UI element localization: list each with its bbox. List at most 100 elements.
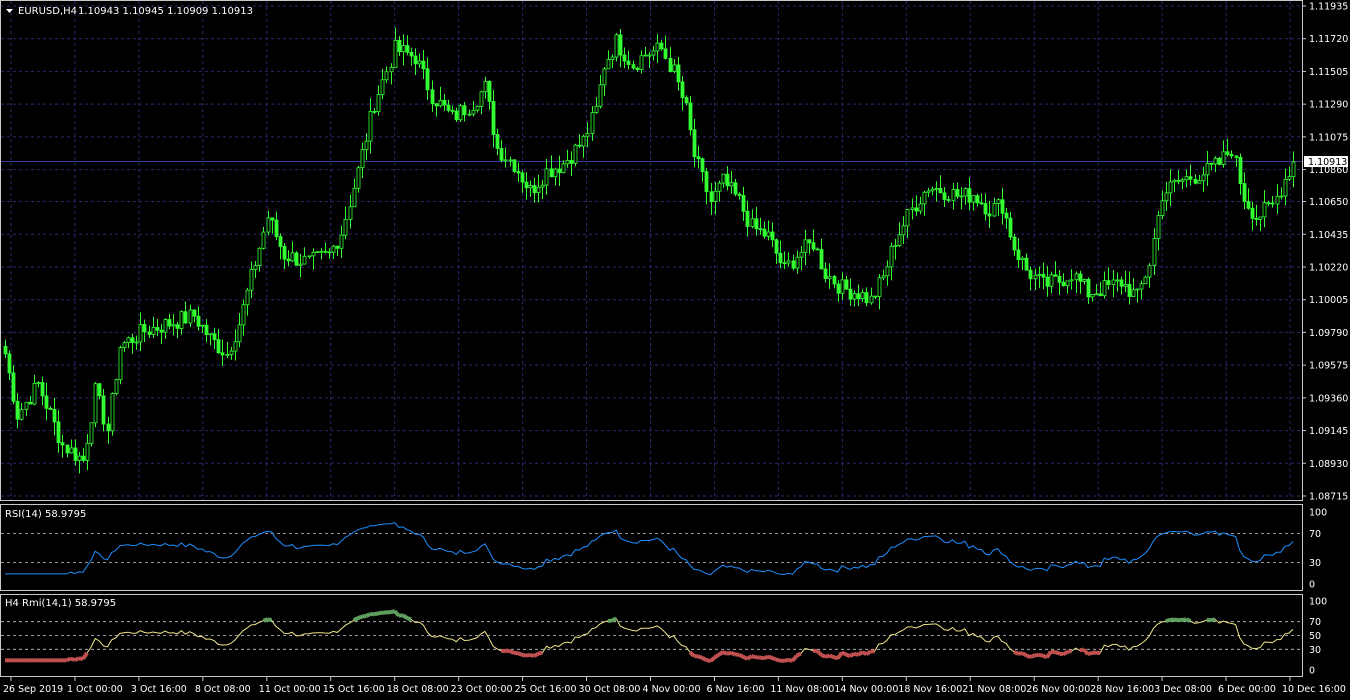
rmi-overbought-segment bbox=[373, 611, 379, 617]
rmi-oversold-segment bbox=[775, 657, 781, 663]
time-tick-label: 18 Oct 08:00 bbox=[387, 684, 449, 695]
indicator-tick-label: 70 bbox=[1309, 529, 1321, 540]
rmi-oversold-segment bbox=[771, 655, 777, 662]
rmi-oversold-segment bbox=[722, 650, 728, 656]
rmi-oversold-segment bbox=[750, 654, 757, 660]
rmi-overbought-segment bbox=[1165, 617, 1171, 624]
time-tick-label: 3 Dec 08:00 bbox=[1154, 684, 1212, 695]
time-tick-label: 1 Oct 00:00 bbox=[67, 684, 123, 695]
indicator-tick-label: 100 bbox=[1309, 508, 1327, 519]
rmi-oversold-segment bbox=[1017, 651, 1023, 656]
rmi-oversold-segment bbox=[824, 653, 830, 659]
price-tick-label: 1.11075 bbox=[1309, 132, 1348, 143]
time-tick-label: 15 Oct 16:00 bbox=[323, 684, 385, 695]
candle[interactable] bbox=[89, 422, 94, 447]
price-tick-label: 1.11720 bbox=[1309, 34, 1348, 45]
rmi-oversold-segment bbox=[1025, 653, 1032, 659]
time-tick-label: 6 Dec 00:00 bbox=[1218, 684, 1276, 695]
rmi-oversold-segment bbox=[746, 654, 753, 661]
rmi-oversold-segment bbox=[828, 653, 835, 659]
rmi-oversold-segment bbox=[697, 654, 704, 660]
rmi-overbought-segment bbox=[361, 614, 367, 619]
candle[interactable] bbox=[93, 382, 98, 428]
time-tick-label: 8 Oct 08:00 bbox=[195, 684, 251, 695]
price-tick-label: 1.08715 bbox=[1309, 492, 1348, 503]
time-tick-label: 28 Nov 16:00 bbox=[1090, 684, 1154, 695]
price-tick-label: 1.09790 bbox=[1309, 328, 1348, 339]
rmi-oversold-segment bbox=[1029, 653, 1036, 659]
rmi-oversold-segment bbox=[537, 650, 543, 656]
rmi-oversold-segment bbox=[1021, 651, 1028, 658]
rmi-oversold-segment bbox=[74, 656, 80, 662]
indicator-tick-label: 70 bbox=[1309, 617, 1321, 628]
rmi-oversold-segment bbox=[730, 650, 736, 657]
rmi-oversold-segment bbox=[853, 651, 859, 657]
rmi-oversold-segment bbox=[713, 653, 720, 660]
candle[interactable] bbox=[573, 143, 578, 167]
rmi-oversold-segment bbox=[1054, 650, 1060, 656]
rmi-title: H4 Rmi(14,1) 58.9795 bbox=[5, 598, 116, 609]
candle[interactable] bbox=[1217, 156, 1222, 166]
candle[interactable] bbox=[1143, 275, 1148, 285]
candle[interactable] bbox=[315, 251, 320, 253]
time-tick-label: 14 Nov 00:00 bbox=[834, 684, 898, 695]
rmi-overbought-segment bbox=[1210, 617, 1216, 623]
candle[interactable] bbox=[294, 251, 299, 266]
rmi-overbought-segment bbox=[262, 617, 269, 623]
rmi-oversold-segment bbox=[1038, 652, 1044, 658]
rmi-overbought-segment bbox=[377, 610, 383, 616]
candle[interactable] bbox=[114, 378, 119, 396]
indicator-tick-label: 30 bbox=[1309, 558, 1321, 569]
rmi-overbought-segment bbox=[365, 612, 371, 618]
time-tick-label: 26 Nov 00:00 bbox=[1026, 684, 1090, 695]
price-tick-label: 1.10650 bbox=[1309, 197, 1348, 208]
indicator-tick-label: 0 bbox=[1309, 666, 1315, 677]
rmi-oversold-segment bbox=[840, 650, 847, 657]
time-tick-label: 10 Dec 16:00 bbox=[1282, 684, 1346, 695]
rmi-oversold-segment bbox=[763, 654, 769, 661]
candle[interactable] bbox=[614, 33, 619, 62]
rmi-oversold-segment bbox=[529, 652, 535, 658]
candle[interactable] bbox=[118, 345, 123, 385]
indicator-tick-label: 50 bbox=[1309, 631, 1321, 642]
time-tick-label: 21 Nov 08:00 bbox=[962, 684, 1026, 695]
price-tick-label: 1.11935 bbox=[1309, 2, 1348, 13]
rmi-oversold-segment bbox=[1067, 649, 1072, 654]
rmi-oversold-segment bbox=[783, 657, 789, 663]
price-tick-label: 1.09575 bbox=[1309, 361, 1348, 372]
candle[interactable] bbox=[110, 392, 115, 436]
rmi-overbought-segment bbox=[1185, 617, 1192, 623]
rmi-overbought-segment bbox=[401, 613, 409, 620]
current-price-tag: 1.10913 bbox=[1304, 156, 1348, 168]
price-tick-label: 1.10005 bbox=[1309, 295, 1348, 306]
rmi-oversold-segment bbox=[508, 649, 515, 655]
time-tick-label: 3 Oct 16:00 bbox=[131, 684, 187, 695]
rsi-title: RSI(14) 58.9795 bbox=[5, 509, 86, 520]
rmi-oversold-segment bbox=[849, 652, 856, 658]
price-tick-label: 1.11290 bbox=[1309, 100, 1348, 111]
rmi-oversold-segment bbox=[1087, 650, 1093, 657]
rmi-oversold-segment bbox=[1058, 651, 1064, 657]
trading-chart[interactable]: 1.119351.117201.115051.112901.110751.108… bbox=[0, 0, 1350, 700]
time-tick-label: 4 Nov 00:00 bbox=[643, 684, 701, 695]
rmi-oversold-segment bbox=[759, 655, 765, 661]
symbol-label: EURUSD,H4 bbox=[18, 6, 77, 17]
rmi-oversold-segment bbox=[717, 650, 724, 657]
rmi-oversold-segment bbox=[1062, 650, 1069, 657]
rmi-oversold-segment bbox=[767, 654, 773, 660]
rmi-oversold-segment bbox=[517, 651, 523, 657]
rmi-oversold-segment bbox=[1013, 650, 1020, 656]
time-tick-label: 18 Nov 16:00 bbox=[898, 684, 962, 695]
price-tick-label: 1.09145 bbox=[1309, 426, 1348, 437]
rmi-oversold-segment bbox=[65, 656, 72, 663]
rmi-overbought-segment bbox=[611, 616, 618, 623]
ohlc-values: 1.10943 1.10945 1.10909 1.10913 bbox=[78, 6, 253, 17]
candle[interactable] bbox=[458, 103, 463, 123]
rmi-oversold-segment bbox=[795, 651, 802, 658]
rmi-oversold-segment bbox=[709, 655, 716, 663]
rmi-oversold-segment bbox=[1095, 650, 1101, 656]
rmi-overbought-segment bbox=[352, 616, 359, 623]
candle[interactable] bbox=[512, 158, 517, 174]
price-tick-label: 1.11505 bbox=[1309, 67, 1348, 78]
rmi-oversold-segment bbox=[701, 656, 708, 662]
